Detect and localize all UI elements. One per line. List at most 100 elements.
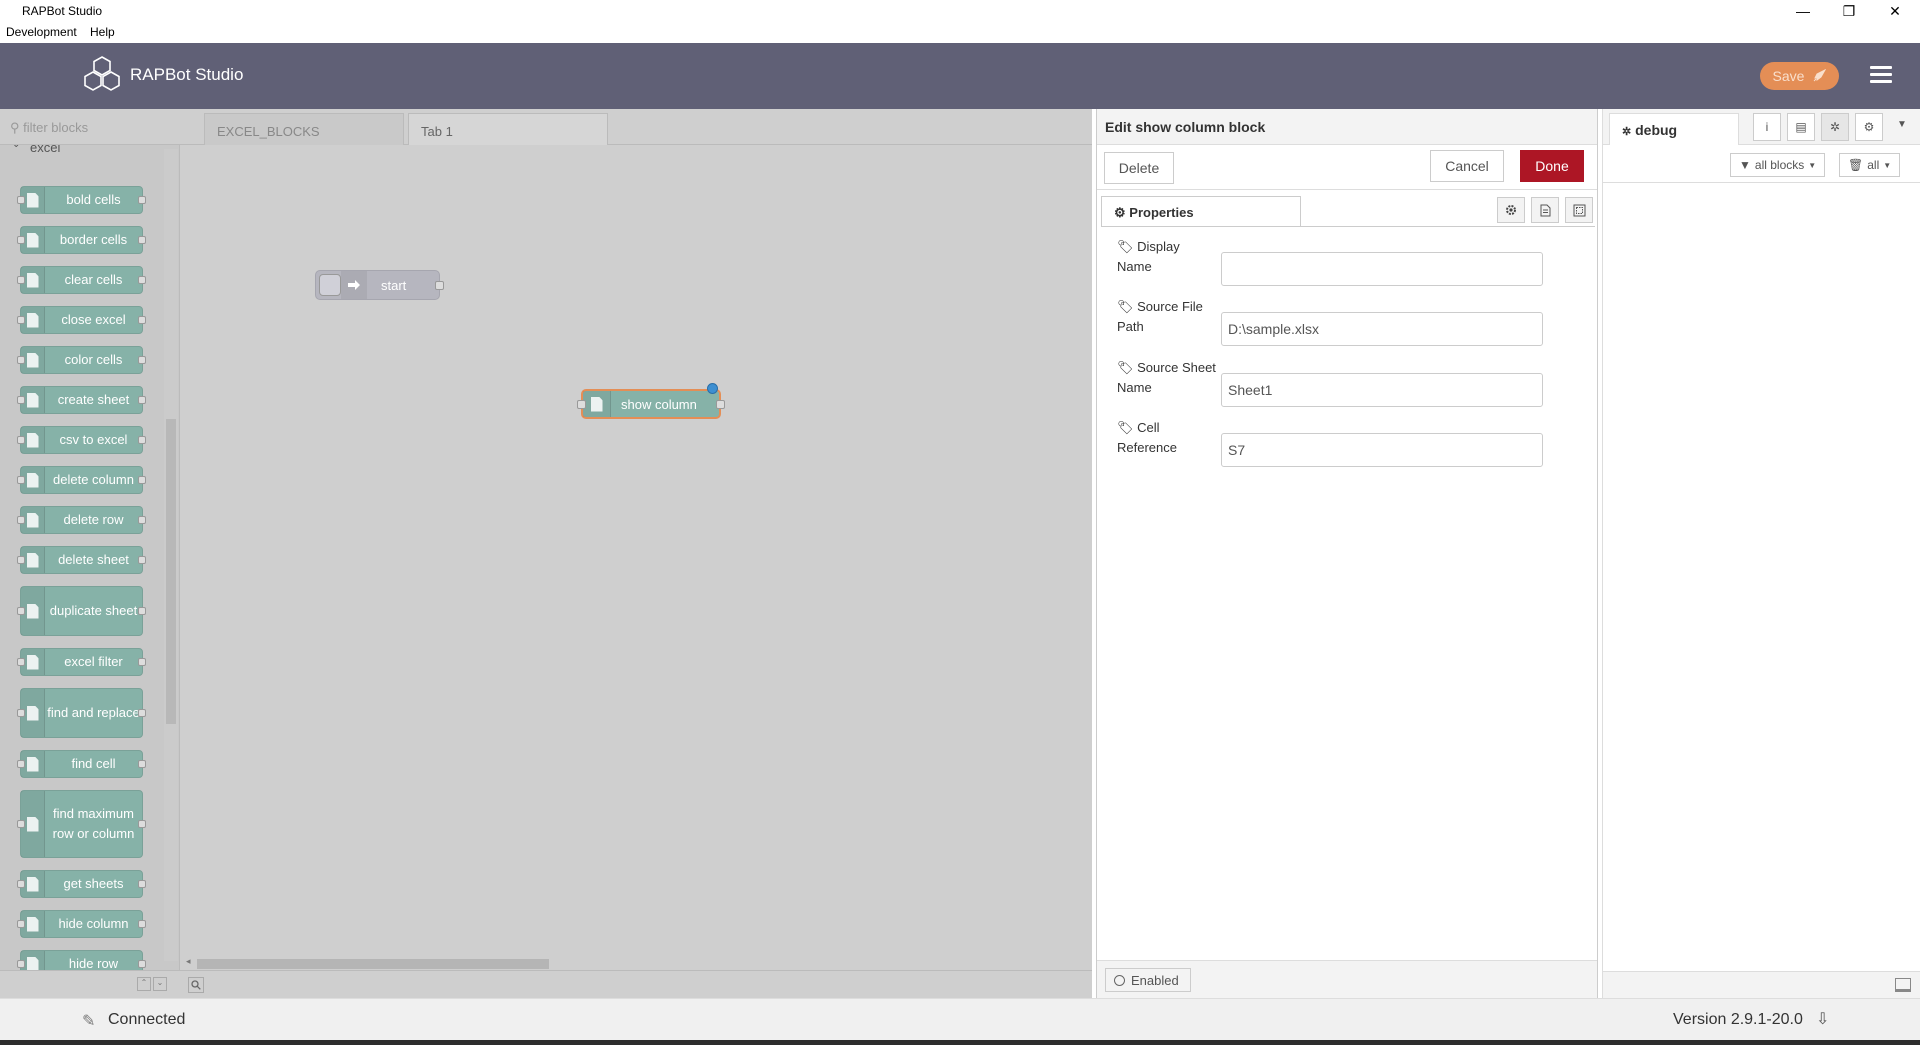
palette-node-clear-cells[interactable]: clear cells — [17, 266, 146, 294]
download-icon[interactable]: ⇩ — [1816, 1009, 1829, 1029]
app-title: RAPBot Studio — [130, 65, 244, 84]
delete-button[interactable]: Delete — [1104, 152, 1174, 184]
restore-button[interactable]: ❐ — [1826, 0, 1872, 22]
palette-node-delete-column[interactable]: delete column — [17, 466, 146, 494]
input-port — [17, 316, 25, 324]
info-icon[interactable]: i — [1753, 113, 1781, 141]
tag-icon: 🏷︎ — [1117, 239, 1134, 254]
debug-sidebar: ✲ debug i ▤ ✲ ⚙ ▼ ▼ all blocks ▼ 🗑︎ all ▼ — [1602, 109, 1920, 998]
filter-dropdown[interactable]: ▼ all blocks ▼ — [1730, 153, 1826, 177]
output-port[interactable] — [435, 281, 444, 290]
menu-help[interactable]: Help — [90, 25, 115, 39]
palette-node-label: hide column — [58, 916, 129, 931]
start-node[interactable]: start — [315, 270, 444, 300]
tray-footer: Enabled — [1097, 960, 1597, 998]
output-port — [138, 658, 146, 666]
palette-footer: ⌃ ⌄ — [0, 970, 180, 998]
palette-node-border-cells[interactable]: border cells — [17, 226, 146, 254]
search-icon[interactable] — [188, 977, 204, 993]
palette-node-color-cells[interactable]: color cells — [17, 346, 146, 374]
changed-indicator — [707, 383, 718, 394]
collapse-all-icon[interactable]: ⌃ — [137, 977, 151, 991]
minimize-button[interactable]: — — [1780, 0, 1826, 22]
save-button[interactable]: Save — [1760, 62, 1839, 90]
palette-node-label: find and replace — [47, 705, 140, 720]
workspace-horizontal-scrollbar[interactable]: ◂ — [186, 956, 1090, 970]
palette-node-excel-filter[interactable]: excel filter — [17, 648, 146, 676]
palette-node-close-excel[interactable]: close excel — [17, 306, 146, 334]
chevron-down-icon[interactable]: ▼ — [1897, 119, 1907, 130]
bug-icon[interactable]: ✲ — [1821, 113, 1849, 141]
close-button[interactable]: ✕ — [1872, 0, 1918, 22]
palette-node-label: clear cells — [64, 272, 123, 287]
output-port — [138, 356, 146, 364]
tag-icon: 🏷︎ — [1117, 420, 1134, 435]
done-button[interactable]: Done — [1520, 150, 1584, 182]
properties-tab-label: Properties — [1129, 205, 1194, 220]
palette-node-find-cell[interactable]: find cell — [17, 750, 146, 778]
description-icon[interactable] — [1531, 197, 1559, 223]
gear-icon[interactable] — [1497, 197, 1525, 223]
input-port — [17, 607, 25, 615]
palette-node-find-and-replace[interactable]: find and replace — [17, 688, 146, 738]
palette-node-hide-column[interactable]: hide column — [17, 910, 146, 938]
palette-scrollbar[interactable] — [164, 149, 178, 961]
palette-node-create-sheet[interactable]: create sheet — [17, 386, 146, 414]
scrollbar-thumb[interactable] — [166, 419, 176, 724]
source-sheet-name-input[interactable] — [1221, 373, 1543, 407]
show-column-node[interactable]: show column — [577, 383, 725, 419]
palette-node-csv-to-excel[interactable]: csv to excel — [17, 426, 146, 454]
enabled-toggle[interactable]: Enabled — [1105, 968, 1191, 992]
settings-icon[interactable]: ⚙ — [1855, 113, 1883, 141]
tab-debug[interactable]: ✲ debug — [1609, 113, 1739, 145]
palette-node-label: delete row — [63, 512, 124, 527]
output-port — [138, 709, 146, 717]
output-port — [138, 960, 146, 968]
palette-node-find-maximum-row-or-column[interactable]: find maximum row or column — [17, 790, 146, 858]
display-name-input[interactable] — [1221, 252, 1543, 286]
palette-node-bold-cells[interactable]: bold cells — [17, 186, 146, 214]
menu-development[interactable]: Development — [6, 25, 77, 39]
input-port[interactable] — [577, 400, 586, 409]
inject-button[interactable] — [319, 274, 341, 296]
palette-node-duplicate-sheet[interactable]: duplicate sheet — [17, 586, 146, 636]
clear-dropdown[interactable]: 🗑︎ all ▼ — [1839, 153, 1901, 177]
palette-node-label: create sheet — [57, 392, 130, 407]
filter-placeholder: filter blocks — [23, 120, 89, 135]
input-port — [17, 436, 25, 444]
expand-all-icon[interactable]: ⌄ — [153, 977, 167, 991]
workspace-canvas[interactable]: EXCEL_BLOCKS Tab 1 start show column ◂ — [180, 109, 1092, 998]
source-file-path-input[interactable] — [1221, 312, 1543, 346]
version-label: Version 2.9.1-20.0 — [1673, 1011, 1803, 1028]
input-port — [17, 516, 25, 524]
palette-node-label: get sheets — [63, 876, 124, 891]
field-label-source-file-path: 🏷︎ Source File Path — [1117, 297, 1217, 337]
cancel-button[interactable]: Cancel — [1430, 150, 1504, 182]
scroll-left-icon[interactable]: ◂ — [186, 956, 191, 967]
scrollbar-thumb[interactable] — [197, 959, 549, 969]
output-port[interactable] — [716, 400, 725, 409]
palette-node-delete-row[interactable]: delete row — [17, 506, 146, 534]
input-port — [17, 658, 25, 666]
palette-node-delete-sheet[interactable]: delete sheet — [17, 546, 146, 574]
window-title: RAPBot Studio — [22, 4, 103, 18]
palette-filter[interactable]: ⚲ filter blocks — [0, 109, 180, 145]
tab-excel-blocks[interactable]: EXCEL_BLOCKS — [204, 113, 404, 145]
gear-icon: ⚙ — [1114, 205, 1126, 220]
appearance-icon[interactable] — [1565, 197, 1593, 223]
tab-properties[interactable]: ⚙ Properties — [1101, 196, 1301, 227]
window-titlebar: RAPBot Studio — ❐ ✕ — [0, 0, 1920, 22]
palette-node-get-sheets[interactable]: get sheets — [17, 870, 146, 898]
start-node-label: start — [381, 277, 407, 293]
main-menu-button[interactable] — [1870, 66, 1892, 86]
hexagon-logo-icon — [84, 56, 120, 91]
tag-icon: 🏷︎ — [1117, 299, 1134, 314]
book-icon[interactable]: ▤ — [1787, 113, 1815, 141]
input-port — [17, 236, 25, 244]
tab-tab-1[interactable]: Tab 1 — [408, 113, 608, 145]
monitor-icon[interactable] — [1895, 978, 1911, 992]
arrow-icon — [341, 271, 367, 299]
palette-category-header[interactable]: ⌄ excel — [0, 145, 165, 159]
filter-input[interactable]: ⚲ filter blocks — [10, 120, 88, 136]
cell-reference-input[interactable] — [1221, 433, 1543, 467]
